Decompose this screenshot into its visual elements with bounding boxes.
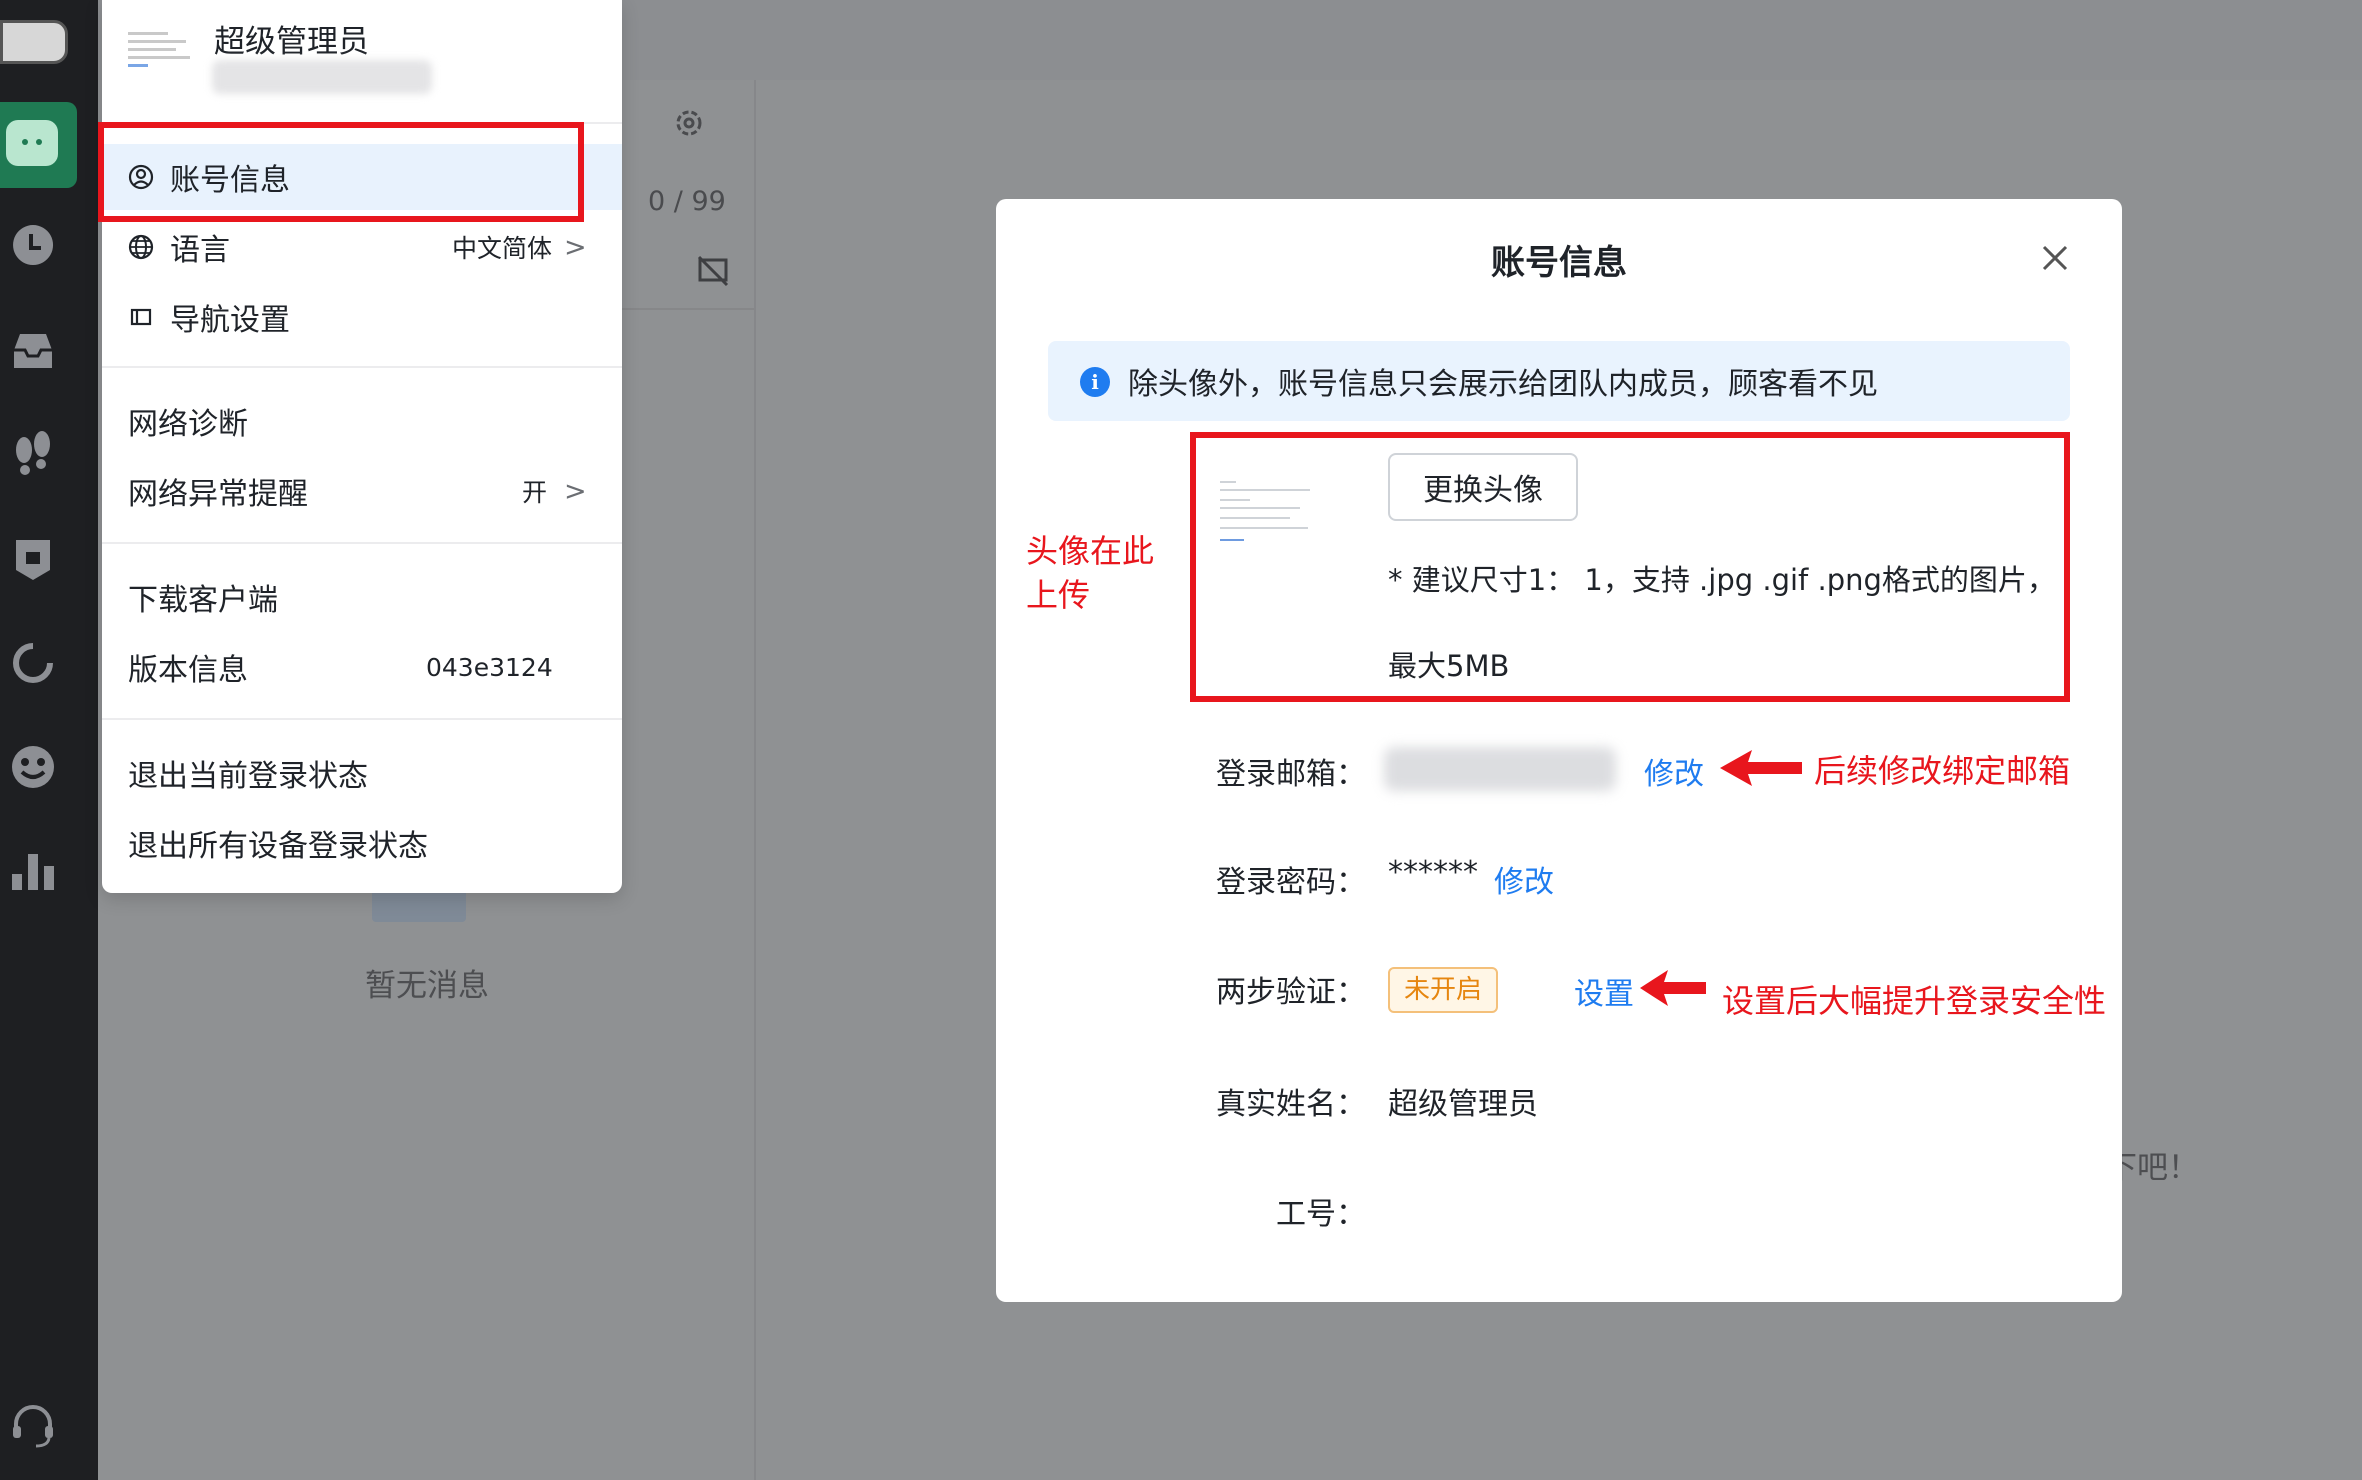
menu-item-network-diagnosis[interactable]: 网络诊断 <box>102 388 622 454</box>
highlight-account-info <box>98 122 584 222</box>
real-name-value: 超级管理员 <box>1388 1087 1538 1122</box>
menu-item-version-info[interactable]: 版本信息 043e3124 <box>102 634 622 700</box>
password-value: ****** <box>1388 855 1478 890</box>
menu-item-label: 退出当前登录状态 <box>128 759 368 794</box>
empty-state-text: 暂无消息 <box>365 968 489 1004</box>
column-divider <box>754 80 756 1480</box>
menu-divider <box>102 366 622 368</box>
two-step-label: 两步验证： <box>1216 975 1366 1010</box>
gear-icon[interactable] <box>670 104 708 142</box>
avatar <box>128 26 192 72</box>
nav-rail <box>0 0 98 1480</box>
menu-item-label: 网络异常提醒 <box>128 477 308 512</box>
menu-item-language[interactable]: 语言 中文简体 > <box>102 214 622 280</box>
menu-item-label: 语言 <box>170 233 230 268</box>
annotation-email: 后续修改绑定邮箱 <box>1814 752 2071 790</box>
headset-icon[interactable] <box>8 1400 58 1450</box>
menu-item-logout-current[interactable]: 退出当前登录状态 <box>102 740 622 806</box>
history-icon[interactable] <box>8 220 58 270</box>
annotation-avatar-line1: 头像在此 <box>1026 532 1155 570</box>
emoji-icon[interactable] <box>8 742 58 792</box>
menu-divider <box>102 718 622 720</box>
employee-id-label: 工号： <box>1276 1197 1366 1232</box>
menu-item-download-client[interactable]: 下载客户端 <box>102 564 622 630</box>
user-email-blurred <box>212 60 432 94</box>
email-value-blurred <box>1384 747 1616 791</box>
stats-icon[interactable] <box>8 846 58 896</box>
menu-divider <box>102 542 622 544</box>
menu-item-network-alert[interactable]: 网络异常提醒 开 > <box>102 458 622 524</box>
menu-item-label: 网络诊断 <box>128 407 248 442</box>
highlight-avatar-upload <box>1190 432 2070 702</box>
menu-item-label: 下载客户端 <box>128 583 278 618</box>
conversation-count: 0 / 99 <box>648 186 726 217</box>
edit-email-link[interactable]: 修改 <box>1644 749 1704 793</box>
status-badge: 未开启 <box>1388 967 1498 1013</box>
user-name: 超级管理员 <box>214 24 369 60</box>
annotation-avatar-line2: 上传 <box>1026 576 1091 614</box>
language-value: 中文简体 <box>452 234 553 263</box>
notice-text: 除头像外，账号信息只会展示给团队内成员，顾客看不见 <box>1128 367 1878 402</box>
menu-item-label: 导航设置 <box>170 303 290 338</box>
no-message-filter-icon[interactable] <box>696 254 730 288</box>
real-name-label: 真实姓名： <box>1216 1087 1366 1122</box>
chat-icon <box>6 120 58 166</box>
two-step-setup-link[interactable]: 设置 <box>1574 969 1634 1013</box>
footprint-icon[interactable] <box>8 428 58 478</box>
version-value: 043e3124 <box>426 652 553 682</box>
arrow-left-icon <box>1720 750 1802 786</box>
globe-icon <box>128 234 154 260</box>
modal-title: 账号信息 <box>1491 243 1627 283</box>
app-logo[interactable] <box>0 20 68 64</box>
info-icon: i <box>1080 367 1110 397</box>
panel-icon <box>130 308 152 326</box>
annotation-two-step: 设置后大幅提升登录安全性 <box>1722 982 2107 1020</box>
close-icon[interactable] <box>2038 241 2072 275</box>
menu-item-navigation-settings[interactable]: 导航设置 <box>102 284 622 350</box>
ticket-icon[interactable] <box>8 534 58 584</box>
menu-item-label: 版本信息 <box>128 653 248 688</box>
nav-item-chat[interactable] <box>0 102 77 188</box>
menu-item-logout-all[interactable]: 退出所有设备登录状态 <box>102 810 622 876</box>
arrow-left-icon <box>1640 970 1706 1006</box>
inbox-icon[interactable] <box>8 326 58 376</box>
network-alert-value: 开 <box>522 478 548 507</box>
password-label: 登录密码： <box>1216 865 1366 900</box>
email-label: 登录邮箱： <box>1216 757 1366 792</box>
chevron-right-icon: > <box>564 231 587 263</box>
menu-item-label: 退出所有设备登录状态 <box>128 829 428 864</box>
chevron-right-icon: > <box>564 475 587 507</box>
loading-icon[interactable] <box>8 638 58 688</box>
edit-password-link[interactable]: 修改 <box>1494 857 1554 901</box>
info-notice: i 除头像外，账号信息只会展示给团队内成员，顾客看不见 <box>1048 341 2070 421</box>
